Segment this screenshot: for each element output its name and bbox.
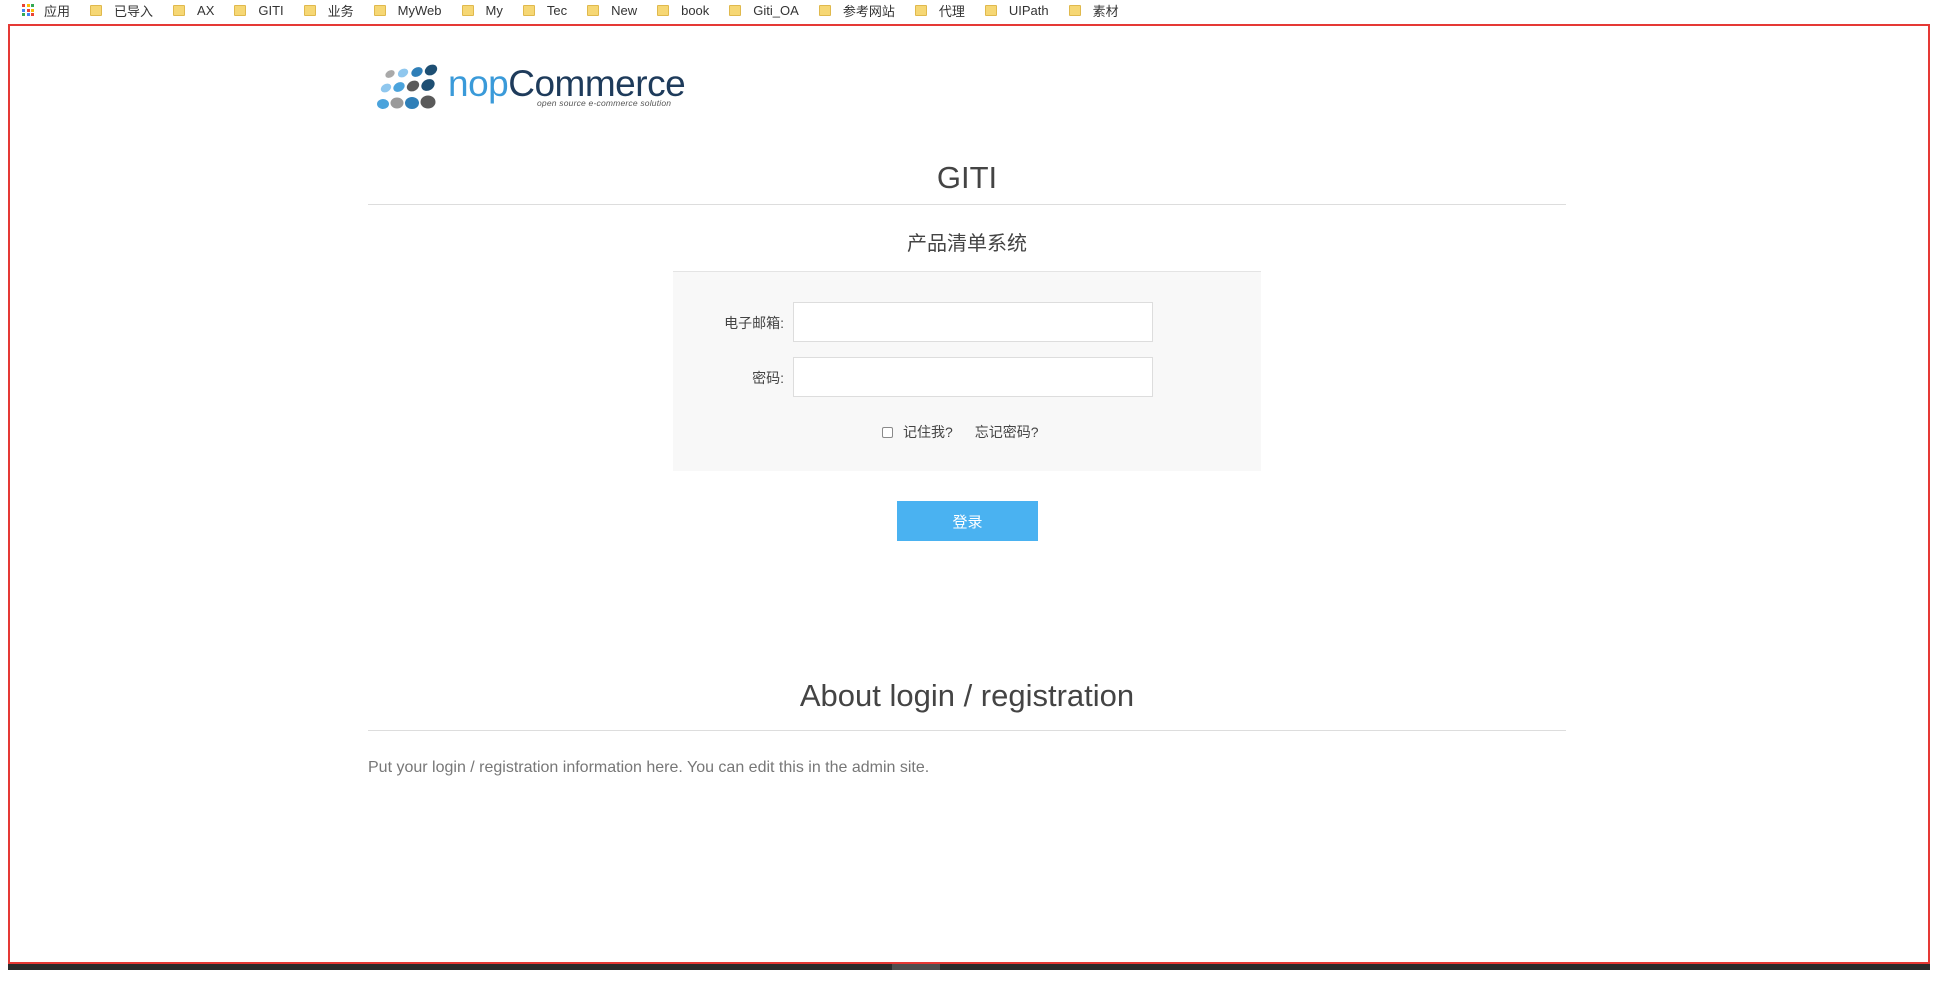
bookmark-apps[interactable]: 应用 <box>22 0 70 20</box>
password-field[interactable] <box>793 357 1153 397</box>
bookmark-label: 素材 <box>1092 3 1119 19</box>
email-field[interactable] <box>793 302 1153 342</box>
bookmark-folder[interactable]: book <box>657 0 709 20</box>
bookmark-folder[interactable]: Tec <box>522 0 568 20</box>
bookmark-folder[interactable]: 已导入 <box>90 0 153 20</box>
folder-icon <box>818 4 831 16</box>
folder-icon <box>1068 4 1081 16</box>
folder-icon <box>303 4 316 16</box>
bookmark-label: 参考网站 <box>842 3 895 19</box>
bookmark-label: 应用 <box>44 3 71 19</box>
forgot-password-link[interactable]: 忘记密码? <box>975 422 1039 442</box>
bookmark-folder[interactable]: 代理 <box>914 0 965 20</box>
site-title: GITI <box>936 160 998 195</box>
bookmark-label: Tec <box>546 2 568 18</box>
bookmark-label: UIPath <box>1008 2 1049 18</box>
folder-icon <box>657 4 670 16</box>
bookmark-label: New <box>611 2 638 18</box>
email-label: 电子邮箱: <box>724 315 784 331</box>
folder-icon <box>373 4 386 16</box>
taskbar <box>8 964 1930 970</box>
folder-icon <box>587 4 600 16</box>
folder-icon <box>984 4 997 16</box>
remember-me-checkbox[interactable] <box>882 426 893 438</box>
password-label: 密码: <box>752 370 784 386</box>
folder-icon <box>522 4 535 16</box>
login-button[interactable]: 登录 <box>897 501 1038 541</box>
bookmark-label: GITI <box>258 2 284 18</box>
bookmark-folder[interactable]: 业务 <box>303 0 354 20</box>
bookmark-label: Giti_OA <box>753 2 799 18</box>
bookmarks-bar: 应用 已导入 AX GITI 业务 MyWeb My Tec New book … <box>0 0 1936 20</box>
remember-row: 记住我? 忘记密码? <box>882 422 1039 442</box>
logo-tagline: open source e-commerce solution <box>537 98 672 108</box>
bookmark-folder[interactable]: AX <box>173 0 214 20</box>
bookmark-folder[interactable]: My <box>461 0 503 20</box>
about-text: Put your login / registration informatio… <box>368 759 930 776</box>
bookmark-folder[interactable]: 参考网站 <box>818 0 895 20</box>
folder-icon <box>914 4 927 16</box>
divider <box>368 730 1566 731</box>
divider <box>368 204 1566 205</box>
logo-prefix: nop <box>448 63 509 104</box>
bookmark-folder[interactable]: MyWeb <box>373 0 442 20</box>
bookmark-label: My <box>485 2 503 18</box>
bookmark-folder[interactable]: UIPath <box>984 0 1049 20</box>
bookmark-label: 业务 <box>327 3 354 19</box>
bookmark-label: 代理 <box>938 3 965 19</box>
bookmark-label: 已导入 <box>114 3 154 19</box>
bookmark-label: AX <box>197 2 215 18</box>
bookmark-label: book <box>681 2 710 18</box>
apps-grid-icon <box>22 4 34 16</box>
bookmark-folder[interactable]: GITI <box>234 0 284 20</box>
remember-me-label[interactable]: 记住我? <box>903 422 953 442</box>
bookmark-folder[interactable]: Giti_OA <box>729 0 799 20</box>
folder-icon <box>729 4 742 16</box>
bookmark-label: MyWeb <box>397 2 442 18</box>
bookmark-folder[interactable]: 素材 <box>1068 0 1119 20</box>
folder-icon <box>461 4 474 16</box>
folder-icon <box>90 4 103 16</box>
about-title: About login / registration <box>799 678 1135 713</box>
page-subtitle: 产品清单系统 <box>907 233 1027 255</box>
bookmark-folder[interactable]: New <box>587 0 637 20</box>
folder-icon <box>234 4 247 16</box>
folder-icon <box>173 4 186 16</box>
taskbar-item[interactable] <box>892 964 940 970</box>
